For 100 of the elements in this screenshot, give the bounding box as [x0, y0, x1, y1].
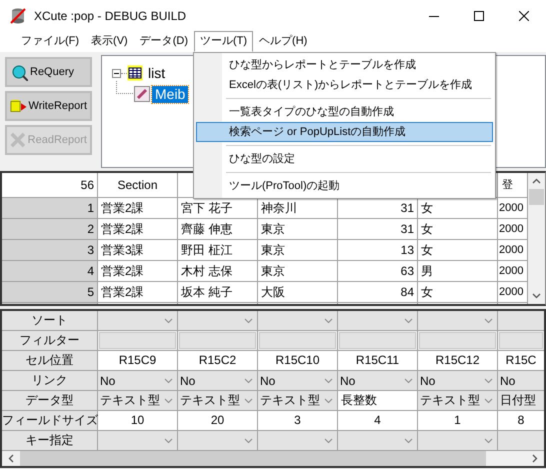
pencil-icon [134, 86, 150, 102]
text-field[interactable] [339, 332, 416, 349]
table-cell: 20 [178, 411, 257, 430]
menu-item[interactable]: 検索ページ or PopUpListの自動作成 [196, 122, 493, 142]
dropdown[interactable] [498, 311, 544, 330]
row-header: 4 [2, 261, 98, 282]
table-cell: 63 [338, 261, 418, 282]
table-cell: 営業2課 [98, 282, 178, 303]
table-cell: 女 [418, 219, 498, 240]
menu-item[interactable]: ツール(ProTool)の起動 [196, 176, 493, 196]
dropdown[interactable]: No [98, 371, 177, 390]
dropdown[interactable] [418, 431, 497, 450]
scroll-thumb[interactable] [529, 189, 544, 205]
row-header: 2 [2, 219, 98, 240]
dropdown[interactable]: No [258, 371, 337, 390]
scroll-down-icon [532, 293, 541, 299]
caret-icon [164, 438, 173, 444]
caret-icon [404, 318, 413, 324]
input-field[interactable]: 長整数 [338, 391, 417, 410]
dropdown[interactable]: No [178, 371, 257, 390]
table-cell: 3 [258, 411, 337, 430]
text-field[interactable] [499, 332, 543, 349]
caret-icon [404, 438, 413, 444]
text-field[interactable] [419, 332, 496, 349]
table-cell: 13 [338, 240, 418, 261]
scroll-left-icon [8, 454, 14, 463]
menu-item[interactable]: ファイル(F) [15, 31, 86, 52]
menu-item[interactable]: Excelの表(リスト)からレポートとテーブルを作成 [196, 75, 493, 95]
vertical-scrollbar[interactable] [528, 173, 545, 304]
table-cell: 齊藤 伸恵 [178, 219, 258, 240]
text-field[interactable] [179, 332, 256, 349]
row-header: 3 [2, 240, 98, 261]
menu-item[interactable]: 表示(V) [85, 31, 134, 52]
caret-icon [324, 398, 333, 404]
column-header: 56 [2, 173, 98, 198]
dropdown[interactable]: テキスト型 [98, 391, 177, 410]
table-cell: 東京 [258, 240, 338, 261]
tree-item[interactable]: Meib [152, 86, 188, 102]
cross-icon [10, 131, 26, 149]
row-header: 1 [2, 198, 98, 219]
table-cell: R15C2 [178, 351, 257, 370]
tool-button[interactable]: ReQuery [5, 57, 92, 87]
text-field[interactable] [99, 332, 176, 349]
dropdown[interactable]: No [498, 371, 544, 390]
menu-item[interactable]: 一覧表タイプのひな型の自動作成 [196, 102, 493, 122]
text-field[interactable] [259, 332, 336, 349]
caret-icon [404, 378, 413, 384]
table-cell: 営業3課 [98, 240, 178, 261]
menu-item[interactable]: ひな型からレポートとテーブルを作成 [196, 55, 493, 75]
dropdown[interactable]: No [418, 371, 497, 390]
dropdown[interactable]: 日付型 [498, 391, 544, 410]
database-icon [9, 6, 27, 24]
property-label: データ型 [2, 391, 98, 410]
dropdown[interactable] [498, 431, 544, 450]
property-label: セル位置 [2, 351, 98, 370]
dropdown[interactable]: テキスト型 [258, 391, 337, 410]
dropdown[interactable]: No [338, 371, 417, 390]
table-cell: R15C10 [258, 351, 337, 370]
table-cell: 31 [338, 219, 418, 240]
caret-icon [484, 378, 493, 384]
scroll-up-icon [532, 178, 541, 184]
table-cell: 営業2課 [98, 198, 178, 219]
property-label: フィールドサイズ [2, 411, 98, 430]
caret-icon [164, 398, 173, 404]
table-cell: 10 [98, 411, 177, 430]
tool-button[interactable]: WriteReport [5, 91, 92, 121]
caret-icon [324, 318, 333, 324]
caret-icon [324, 438, 333, 444]
table-cell: R15C [498, 351, 544, 370]
menu-item[interactable]: ツール(T) [194, 31, 254, 52]
property-label: リンク [2, 371, 98, 390]
caret-icon [164, 318, 173, 324]
dropdown[interactable]: テキスト型 [418, 391, 497, 410]
menu-item[interactable]: ヘルプ(H) [253, 31, 314, 52]
table-cell: 営業2課 [98, 261, 178, 282]
dropdown[interactable] [98, 431, 177, 450]
dropdown[interactable] [258, 311, 337, 330]
menu-item[interactable]: ひな型の設定 [196, 149, 493, 169]
table-cell: 東京 [258, 261, 338, 282]
dropdown[interactable]: テキスト型 [178, 391, 257, 410]
table-cell: 4 [338, 411, 417, 430]
caret-icon [484, 438, 493, 444]
dropdown[interactable] [338, 431, 417, 450]
dropdown[interactable] [98, 311, 177, 330]
table-cell: 女 [418, 240, 498, 261]
tree-item[interactable]: list [145, 64, 168, 82]
tree-line [116, 80, 133, 94]
column-header: Section [98, 173, 178, 198]
property-label: キー指定 [2, 431, 98, 450]
dropdown[interactable] [178, 311, 257, 330]
dropdown[interactable] [258, 431, 337, 450]
table-cell: 大阪 [258, 282, 338, 303]
caret-icon [244, 438, 253, 444]
table-icon [127, 65, 143, 81]
dropdown[interactable] [338, 311, 417, 330]
dropdown[interactable] [418, 311, 497, 330]
table-cell: 営業2課 [98, 219, 178, 240]
menu-item[interactable]: データ(D) [134, 31, 194, 52]
dropdown[interactable] [178, 431, 257, 450]
table-cell: R15C12 [418, 351, 497, 370]
